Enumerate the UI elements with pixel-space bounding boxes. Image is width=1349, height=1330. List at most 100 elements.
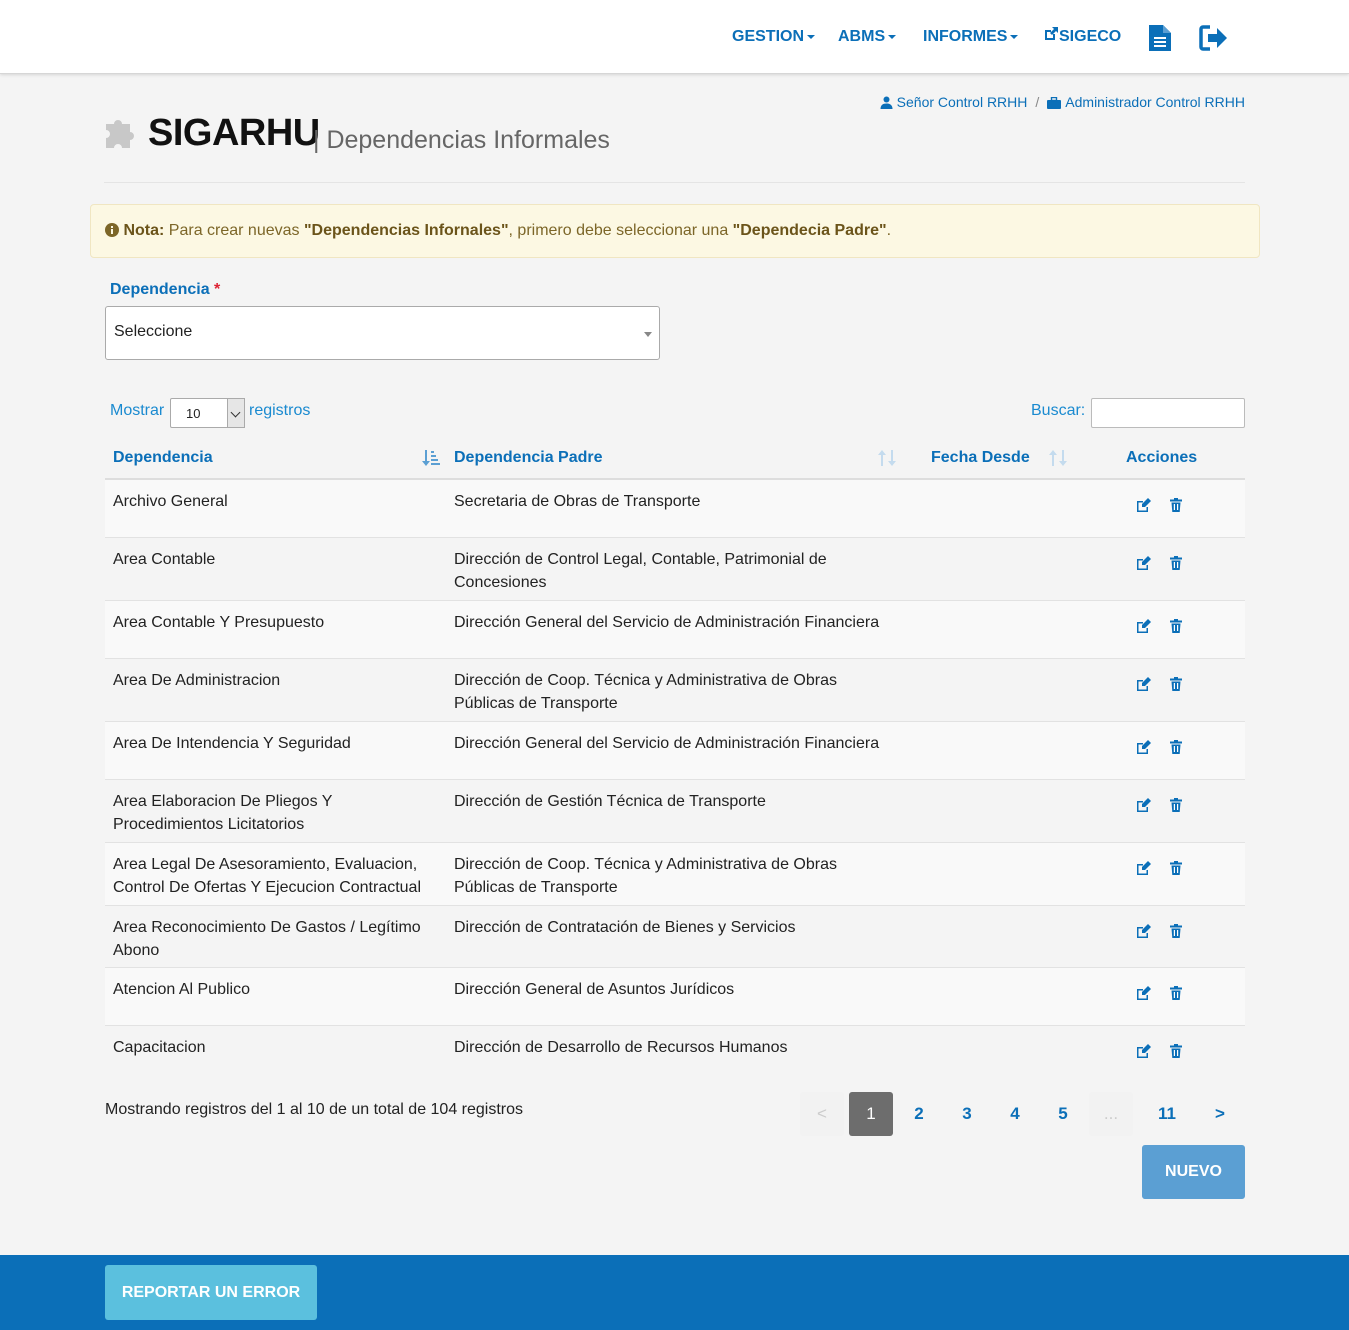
logout-icon[interactable] xyxy=(1199,25,1229,51)
caret-down-icon xyxy=(888,34,897,39)
nav-abms-label: ABMS xyxy=(838,28,886,45)
caret-down-icon xyxy=(1010,34,1019,39)
pagination-page-4[interactable]: 4 xyxy=(993,1092,1037,1136)
external-link-icon xyxy=(1045,27,1058,40)
edit-icon[interactable] xyxy=(1136,498,1151,512)
trash-icon[interactable] xyxy=(1170,924,1182,938)
pagination-page-5[interactable]: 5 xyxy=(1041,1092,1085,1136)
page-title: | Dependencias Informales xyxy=(313,126,610,154)
cell-dependencia-padre: Dirección de Desarrollo de Recursos Huma… xyxy=(454,1039,788,1056)
trash-icon[interactable] xyxy=(1170,740,1182,754)
trash-icon[interactable] xyxy=(1170,986,1182,1000)
dependencia-select-value: Seleccione xyxy=(114,323,193,340)
page-size-select[interactable]: 10 xyxy=(170,398,245,428)
puzzle-icon xyxy=(106,120,134,148)
alert-text-1: Para crear nuevas xyxy=(164,222,304,239)
search-input[interactable] xyxy=(1091,398,1245,428)
header-dependencia[interactable]: Dependencia xyxy=(113,449,213,467)
cell-dependencia-padre: Dirección de Control Legal, Contable, Pa… xyxy=(454,551,827,591)
cell-dependencia-padre: Dirección General del Servicio de Admini… xyxy=(454,614,880,631)
trash-icon[interactable] xyxy=(1170,1044,1182,1058)
sort-asc-icon[interactable] xyxy=(422,449,440,467)
pagination-page-3[interactable]: 3 xyxy=(945,1092,989,1136)
pagination-page-1[interactable]: 1 xyxy=(849,1092,893,1136)
dropdown-arrow-icon xyxy=(644,332,652,337)
edit-icon[interactable] xyxy=(1136,798,1151,812)
table-row: Area Legal De Asesoramiento, Evaluacion,… xyxy=(105,843,1245,906)
nav-sigeco[interactable]: SIGECO xyxy=(1043,26,1121,50)
breadcrumb: Señor Control RRHH / Administrador Control… xyxy=(880,94,1245,110)
required-mark: * xyxy=(214,281,221,298)
edit-icon[interactable] xyxy=(1136,619,1151,633)
table-row: Area Reconocimiento De Gastos / Legítimo… xyxy=(105,906,1245,968)
cell-dependencia-padre: Dirección General del Servicio de Admini… xyxy=(454,735,880,752)
dependencia-label: Dependencia * xyxy=(110,281,220,299)
alert-text-3: . xyxy=(886,222,892,239)
trash-icon[interactable] xyxy=(1170,798,1182,812)
cell-dependencia: Area Contable Y Presupuesto xyxy=(113,614,325,631)
table-header: Dependencia Dependencia Padre Fecha Desd… xyxy=(105,440,1245,480)
dependencia-select[interactable]: Seleccione xyxy=(105,306,660,360)
header-dependencia-padre[interactable]: Dependencia Padre xyxy=(454,449,603,467)
cell-dependencia-padre: Dirección General de Asuntos Jurídicos xyxy=(454,981,735,998)
pagination-page-last[interactable]: 11 xyxy=(1145,1092,1189,1136)
sort-icon[interactable] xyxy=(878,449,896,467)
edit-icon[interactable] xyxy=(1136,861,1151,875)
nav-informes[interactable]: INFORMES xyxy=(923,26,1019,50)
info-alert: Nota: Para crear nuevas "Dependencias In… xyxy=(90,204,1260,258)
trash-icon[interactable] xyxy=(1170,556,1182,570)
top-navbar: GESTION ABMS INFORMES SIGECO xyxy=(0,0,1349,74)
pagination-page-2[interactable]: 2 xyxy=(897,1092,941,1136)
page-size-value: 10 xyxy=(186,406,201,421)
table-row: Capacitacion Dirección de Desarrollo de … xyxy=(105,1026,1245,1076)
table-row: Area De Intendencia Y Seguridad Direcció… xyxy=(105,722,1245,780)
trash-icon[interactable] xyxy=(1170,619,1182,633)
cell-dependencia: Area De Administracion xyxy=(113,672,281,689)
nuevo-button[interactable]: NUEVO xyxy=(1142,1145,1245,1199)
nav-gestion-label: GESTION xyxy=(732,28,805,45)
title-divider xyxy=(104,182,1245,183)
cell-dependencia-padre: Dirección de Coop. Técnica y Administrat… xyxy=(454,856,837,896)
cell-dependencia: Area Reconocimiento De Gastos / Legítimo… xyxy=(113,919,421,959)
table-row: Area Elaboracion De Pliegos Y Procedimie… xyxy=(105,780,1245,843)
table-row: Archivo General Secretaria de Obras de T… xyxy=(105,480,1245,538)
cell-dependencia: Area Contable xyxy=(113,551,216,568)
document-icon[interactable] xyxy=(1149,25,1171,51)
cell-dependencia-padre: Dirección de Gestión Técnica de Transpor… xyxy=(454,793,766,810)
report-error-button[interactable]: REPORTAR UN ERROR xyxy=(105,1265,317,1320)
dependencias-table: Dependencia Dependencia Padre Fecha Desd… xyxy=(105,440,1245,1076)
cell-dependencia: Area De Intendencia Y Seguridad xyxy=(113,735,351,752)
breadcrumb-user[interactable]: Señor Control RRHH xyxy=(897,94,1028,110)
edit-icon[interactable] xyxy=(1136,924,1151,938)
nav-gestion[interactable]: GESTION xyxy=(732,26,816,50)
chevron-down-icon xyxy=(227,398,245,428)
alert-bold-2: "Dependecia Padre" xyxy=(732,222,887,239)
sort-icon[interactable] xyxy=(1049,449,1067,467)
trash-icon[interactable] xyxy=(1170,677,1182,691)
header-fecha-desde[interactable]: Fecha Desde xyxy=(931,449,1030,467)
edit-icon[interactable] xyxy=(1136,556,1151,570)
edit-icon[interactable] xyxy=(1136,677,1151,691)
trash-icon[interactable] xyxy=(1170,861,1182,875)
footer: REPORTAR UN ERROR xyxy=(0,1255,1349,1330)
edit-icon[interactable] xyxy=(1136,986,1151,1000)
cell-dependencia: Archivo General xyxy=(113,493,228,510)
trash-icon[interactable] xyxy=(1170,498,1182,512)
edit-icon[interactable] xyxy=(1136,1044,1151,1058)
breadcrumb-role[interactable]: Administrador Control RRHH xyxy=(1065,94,1245,110)
table-row: Area De Administracion Dirección de Coop… xyxy=(105,659,1245,722)
app-title: SIGARHU xyxy=(148,112,320,154)
cell-dependencia-padre: Dirección de Coop. Técnica y Administrat… xyxy=(454,672,837,712)
cell-dependencia: Atencion Al Publico xyxy=(113,981,250,998)
pagination-prev[interactable]: < xyxy=(800,1092,844,1136)
caret-down-icon xyxy=(807,34,816,39)
table-row: Area Contable Y Presupuesto Dirección Ge… xyxy=(105,601,1245,659)
edit-icon[interactable] xyxy=(1136,740,1151,754)
pagination-ellipsis: ... xyxy=(1089,1092,1133,1136)
pagination-next[interactable]: > xyxy=(1198,1092,1242,1136)
alert-note-label: Nota: xyxy=(123,222,165,239)
show-label: Mostrar xyxy=(110,402,165,419)
nav-abms[interactable]: ABMS xyxy=(838,26,897,50)
info-icon xyxy=(105,223,119,237)
alert-text-2: , primero debe seleccionar una xyxy=(508,222,733,239)
